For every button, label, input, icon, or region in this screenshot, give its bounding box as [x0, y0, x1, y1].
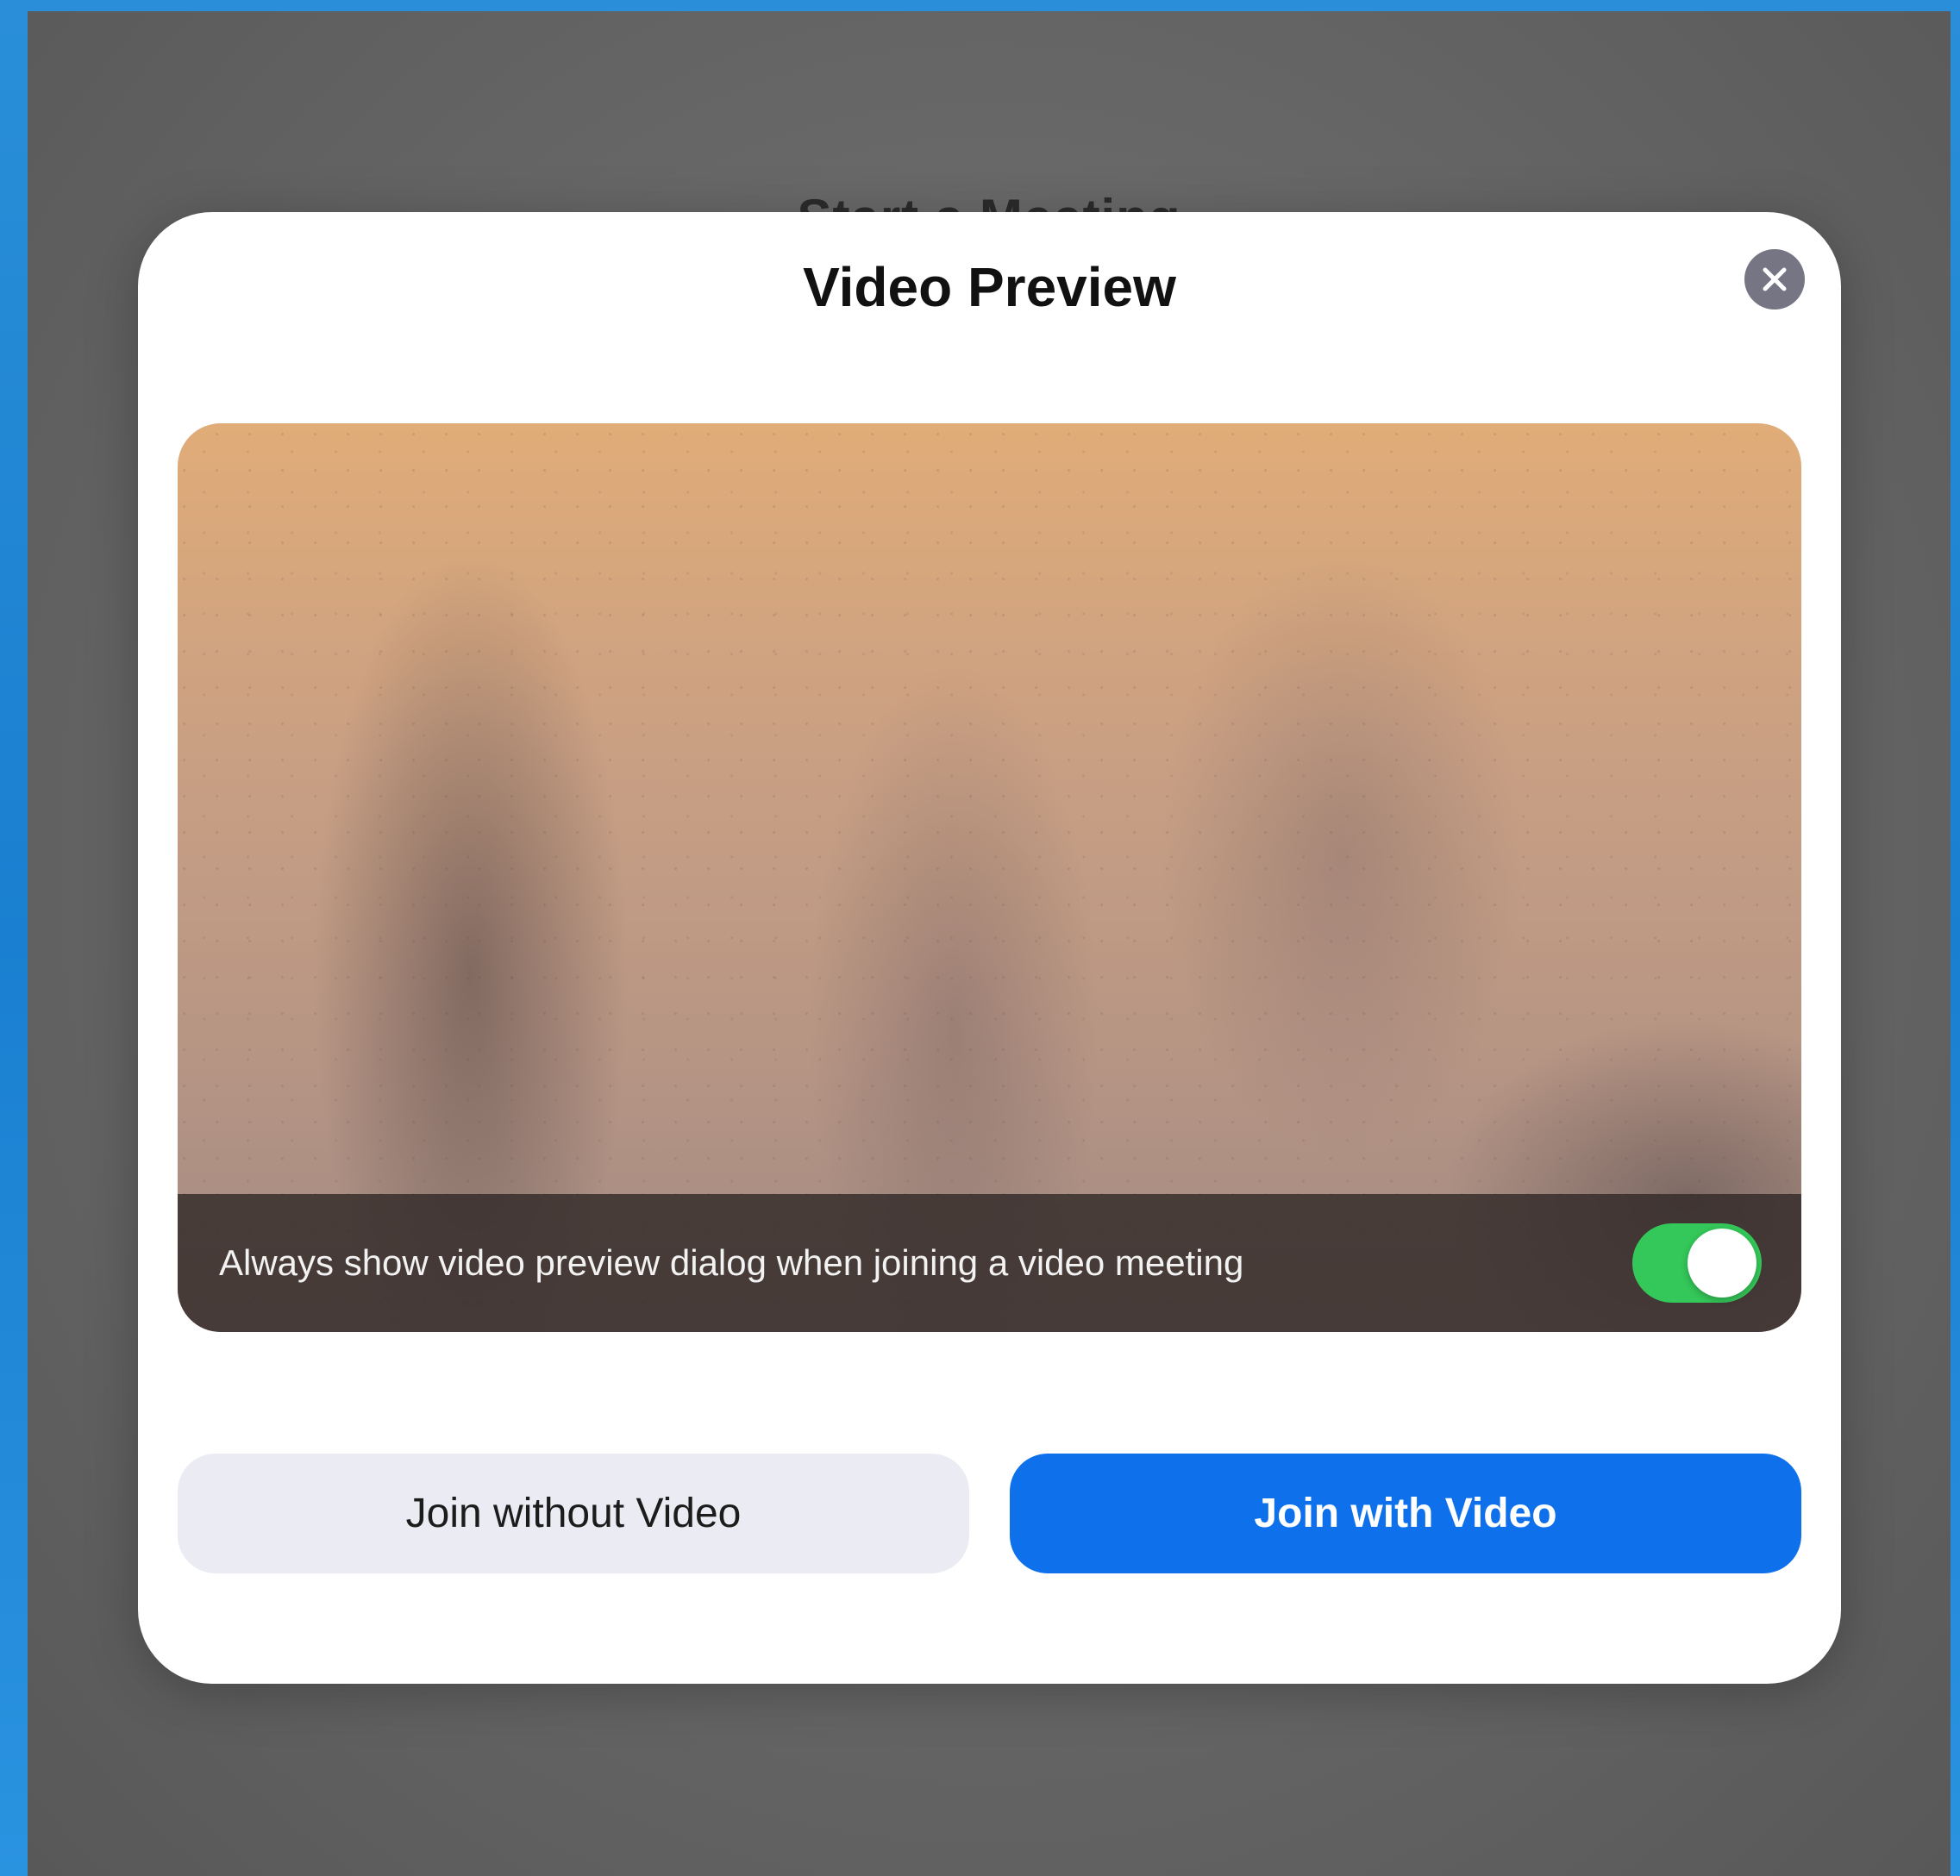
preview-settings-bar: Always show video preview dialog when jo… [178, 1194, 1801, 1332]
close-icon [1763, 267, 1787, 291]
always-show-preview-toggle[interactable] [1632, 1223, 1762, 1303]
close-button[interactable] [1744, 249, 1805, 310]
join-without-video-button[interactable]: Join without Video [178, 1454, 969, 1573]
toggle-knob [1688, 1229, 1756, 1298]
camera-preview: Always show video preview dialog when jo… [178, 423, 1801, 1332]
app-screen: Start a Meeting Video Preview Always sho… [28, 11, 1951, 1876]
dialog-title: Video Preview [803, 256, 1176, 318]
video-preview-dialog: Video Preview Always show video preview … [138, 212, 1841, 1684]
always-show-preview-label: Always show video preview dialog when jo… [219, 1242, 1244, 1283]
join-with-video-button[interactable]: Join with Video [1010, 1454, 1801, 1573]
